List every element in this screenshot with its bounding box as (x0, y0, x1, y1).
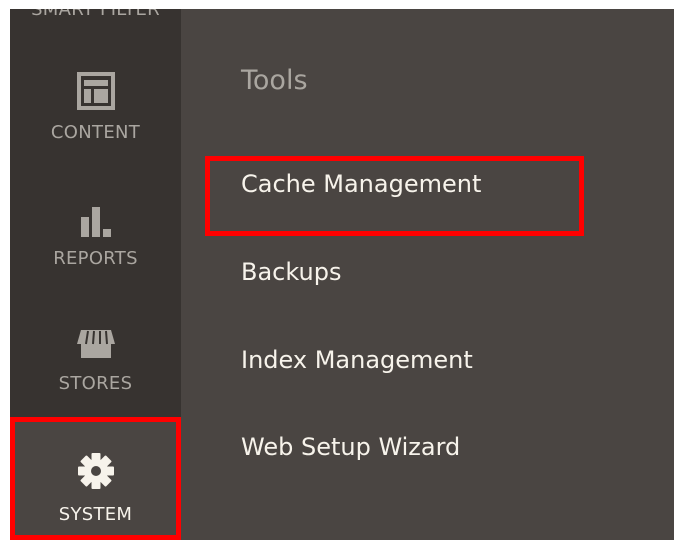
sidebar-item-label: STORES (58, 373, 133, 394)
menu-link-web-setup-wizard[interactable]: Web Setup Wizard (241, 432, 460, 462)
sidebar-item-stores[interactable]: STORES (10, 314, 181, 414)
admin-sidebar: SMART FILTER CONTENT REPORTS STORES SYST… (10, 9, 181, 540)
sidebar-item-system[interactable]: SYSTEM (10, 417, 181, 540)
gear-icon (77, 453, 114, 489)
bar-chart-icon (80, 207, 111, 237)
menu-link-cache-management[interactable]: Cache Management (241, 169, 481, 199)
sidebar-item-label: SMART FILTER (31, 9, 160, 20)
menu-link-index-management[interactable]: Index Management (241, 345, 473, 375)
system-flyout-menu: Tools Cache Management Backups Index Man… (181, 9, 674, 540)
layout-icon (76, 72, 115, 110)
sidebar-item-label: CONTENT (50, 122, 141, 143)
sidebar-item-label: REPORTS (53, 248, 138, 269)
menu-link-backups[interactable]: Backups (241, 257, 341, 287)
sidebar-item-smart-filter[interactable]: SMART FILTER (10, 9, 181, 33)
flyout-section-title: Tools (241, 65, 308, 96)
storefront-icon (76, 330, 115, 358)
sidebar-item-label: SYSTEM (58, 504, 133, 525)
admin-frame: SMART FILTER CONTENT REPORTS STORES SYST… (0, 0, 674, 544)
sidebar-item-content[interactable]: CONTENT (10, 61, 181, 161)
sidebar-item-reports[interactable]: REPORTS (10, 189, 181, 289)
